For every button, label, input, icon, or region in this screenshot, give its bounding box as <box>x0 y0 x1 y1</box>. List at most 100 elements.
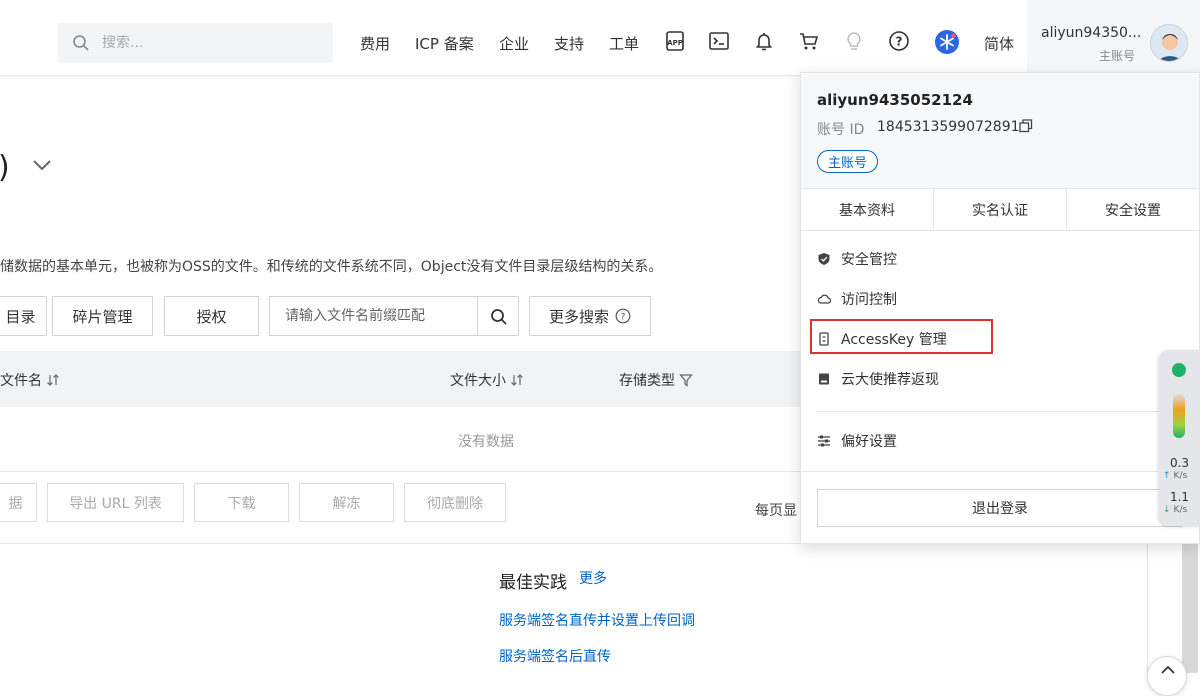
download-speed-value: 1.1 <box>1169 490 1190 504</box>
account-menu-trigger[interactable]: aliyun94350... 主账号 <box>1027 0 1200 74</box>
menu-item-preferences[interactable]: 偏好设置 <box>817 429 897 453</box>
menu-item-referral-rebate[interactable]: 云大使推荐返现 <box>817 367 939 391</box>
tab-real-name-auth-label: 实名认证 <box>972 202 1028 219</box>
language-switch[interactable]: 简体 <box>984 33 1014 54</box>
menu-item-label: 云大使推荐返现 <box>841 372 939 388</box>
filter-icon[interactable] <box>679 373 693 387</box>
highlight-box <box>810 319 993 354</box>
svg-text:?: ? <box>896 35 903 49</box>
tab-basic-info[interactable]: 基本资料 <box>801 189 934 230</box>
download-speed-unit: ↓ K/s <box>1163 505 1187 515</box>
download-label: 下载 <box>227 495 256 512</box>
arrow-up-icon: ↑ <box>1163 471 1171 481</box>
terminal-icon[interactable] <box>708 30 730 52</box>
column-filesize-label: 文件大小 <box>450 373 506 389</box>
back-to-top-button[interactable] <box>1147 656 1187 696</box>
nav-ticket[interactable]: 工单 <box>609 33 639 54</box>
download-unit-label: K/s <box>1173 505 1188 515</box>
menu-item-access-control[interactable]: 访问控制 <box>817 287 897 311</box>
svg-text:APP: APP <box>667 39 683 47</box>
tab-real-name-auth[interactable]: 实名认证 <box>934 189 1067 230</box>
permanent-delete-button[interactable]: 彻底删除 <box>404 483 506 522</box>
logout-button[interactable]: 退出登录 <box>817 489 1183 527</box>
fragment-manage-button[interactable]: 碎片管理 <box>52 296 153 336</box>
speed-level-bar <box>1173 394 1185 438</box>
nav-enterprise[interactable]: 企业 <box>499 33 529 54</box>
copy-icon[interactable] <box>1019 119 1033 133</box>
empty-state-text: 没有数据 <box>458 434 514 450</box>
menu-divider <box>801 471 1199 472</box>
column-storage-type-label: 存储类型 <box>619 373 675 389</box>
nav-icp-filing[interactable]: ICP 备案 <box>415 33 474 54</box>
permanent-delete-label: 彻底删除 <box>427 495 483 512</box>
sort-icon[interactable] <box>46 373 60 387</box>
account-username: aliyun9435052124 <box>817 91 973 109</box>
menu-item-security-control[interactable]: 安全管控 <box>817 247 897 271</box>
column-filename-label: 文件名 <box>0 373 42 389</box>
export-url-button[interactable]: 导出 URL 列表 <box>47 483 184 522</box>
bell-icon[interactable] <box>753 30 775 52</box>
tab-basic-info-label: 基本资料 <box>839 202 895 219</box>
download-button[interactable]: 下载 <box>194 483 289 522</box>
svg-text:?: ? <box>621 313 626 323</box>
logout-label: 退出登录 <box>972 501 1028 517</box>
tab-security-settings[interactable]: 安全设置 <box>1067 189 1199 230</box>
account-type-badge: 主账号 <box>817 150 879 173</box>
nav-billing[interactable]: 费用 <box>360 33 390 54</box>
batch-data-button[interactable]: 据 <box>0 483 37 522</box>
upload-speed-unit: ↑ K/s <box>1163 471 1187 481</box>
lightbulb-icon[interactable] <box>843 30 865 52</box>
chevron-down-icon[interactable] <box>32 158 52 172</box>
global-search[interactable] <box>58 23 333 63</box>
best-practice-link[interactable]: 服务端签名后直传 <box>499 646 611 666</box>
upload-unit-label: K/s <box>1173 471 1188 481</box>
nav-support[interactable]: 支持 <box>554 33 584 54</box>
more-search-button[interactable]: 更多搜索 ? <box>529 296 651 336</box>
batch-data-label: 据 <box>8 495 23 512</box>
column-storage-type[interactable]: 存储类型 <box>619 370 693 390</box>
account-id-value: 1845313599072891 <box>877 119 1020 135</box>
column-filesize[interactable]: 文件大小 <box>450 370 524 390</box>
global-search-input[interactable] <box>102 23 322 63</box>
unfreeze-button[interactable]: 解冻 <box>299 483 394 522</box>
search-icon <box>73 35 89 51</box>
tab-security-settings-label: 安全设置 <box>1105 202 1161 219</box>
sliders-icon <box>818 435 830 447</box>
menu-item-label: 访问控制 <box>841 292 897 308</box>
network-speed-widget[interactable]: 0.3 ↑ K/s 1.1 ↓ K/s <box>1159 350 1200 526</box>
table-header: 文件名 文件大小 存储类型 <box>0 351 820 407</box>
help-circle-icon: ? <box>615 308 631 324</box>
avatar[interactable] <box>1150 24 1188 62</box>
brand-logo-icon[interactable] <box>934 29 960 55</box>
best-practice-more-link[interactable]: 更多 <box>579 568 607 588</box>
object-description: 储数据的基本单元，也被称为OSS的文件。和传统的文件系统不同，Object没有文… <box>0 259 663 275</box>
unfreeze-label: 解冻 <box>332 495 361 512</box>
account-name: aliyun94350... <box>1041 25 1141 41</box>
column-filename[interactable]: 文件名 <box>0 370 60 390</box>
panel-border <box>1147 543 1148 673</box>
file-search-button[interactable] <box>477 296 519 336</box>
search-icon <box>491 309 507 325</box>
top-navigation-bar: 费用 ICP 备案 企业 支持 工单 APP ? 简体 aliyun94350.… <box>0 0 1200 76</box>
page-title-fragment: ) <box>0 150 10 185</box>
file-prefix-input[interactable] <box>285 297 475 335</box>
help-icon[interactable]: ? <box>888 30 910 52</box>
book-icon <box>819 373 829 385</box>
best-practice-title: 最佳实践 <box>499 573 567 593</box>
cloud-icon <box>817 294 831 304</box>
fragment-manage-label: 碎片管理 <box>72 307 133 326</box>
app-icon[interactable]: APP <box>664 30 686 52</box>
status-dot <box>1172 363 1186 377</box>
cart-icon[interactable] <box>798 30 820 52</box>
sort-icon[interactable] <box>510 373 524 387</box>
file-prefix-search[interactable] <box>269 296 478 336</box>
authorize-button[interactable]: 授权 <box>164 296 259 336</box>
menu-divider <box>817 411 1183 412</box>
account-summary: aliyun9435052124 账号 ID 1845313599072891 … <box>801 73 1199 189</box>
avatar-image <box>1151 25 1187 61</box>
menu-item-label: 安全管控 <box>841 252 897 268</box>
per-page-label: 每页显 <box>755 503 797 519</box>
best-practice-link[interactable]: 服务端签名直传并设置上传回调 <box>499 610 695 630</box>
directory-button[interactable]: 目录 <box>0 296 47 336</box>
directory-button-label: 目录 <box>5 307 36 326</box>
